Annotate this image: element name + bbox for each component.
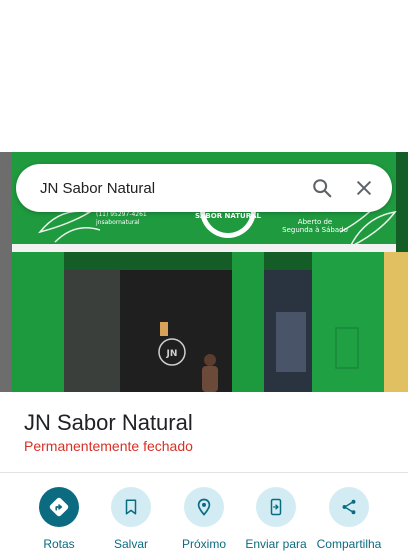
save-label: Salvar [113, 537, 148, 551]
sign-social-text: jnsabornatural [95, 219, 140, 226]
place-info-panel: JN Sabor Natural Permanentemente fechado [0, 392, 408, 472]
nearby-icon [184, 487, 224, 527]
place-status: Permanentemente fechado [24, 438, 193, 454]
map-blank-area [0, 0, 408, 152]
save-button[interactable]: Salvar [89, 487, 173, 551]
share-label: Compartilha [316, 537, 382, 551]
sign-hours-line2: Segunda à Sábado [282, 226, 348, 234]
sign-contact-text: (11) 95297-4261 [96, 211, 147, 218]
search-icon[interactable] [302, 168, 342, 208]
sign-hours-line1: Aberto de [298, 218, 332, 226]
interior-logo-text: JN [166, 349, 178, 359]
send-to-phone-icon [256, 487, 296, 527]
send-to-phone-button[interactable]: Enviar para [234, 487, 318, 551]
send-to-phone-label: Enviar para [245, 537, 307, 551]
action-bar: Rotas Salvar Próximo Enviar para Compart… [0, 473, 408, 551]
share-button[interactable]: Compartilha [307, 487, 391, 551]
sign-brand-text: SABOR NATURAL [195, 212, 262, 220]
bookmark-icon [111, 487, 151, 527]
place-title: JN Sabor Natural [24, 410, 193, 435]
directions-icon [39, 487, 79, 527]
search-input[interactable]: JN Sabor Natural [40, 180, 302, 197]
close-icon[interactable] [344, 168, 384, 208]
search-bar[interactable]: JN Sabor Natural [16, 164, 392, 212]
share-icon [329, 487, 369, 527]
